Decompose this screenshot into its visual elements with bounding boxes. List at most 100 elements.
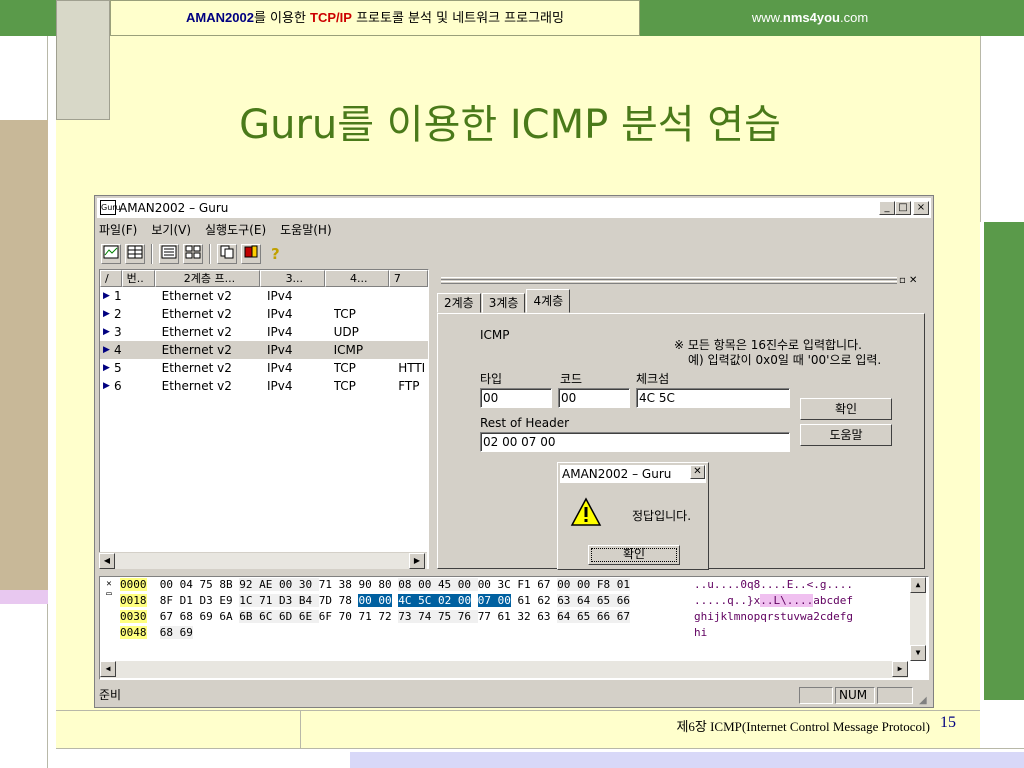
row-layer2: Ethernet v2: [161, 325, 232, 339]
type-field[interactable]: 00: [480, 388, 552, 408]
row-layer3: IPv4: [267, 325, 293, 339]
hex-scroll-right-icon[interactable]: ▶: [892, 661, 908, 677]
help-icon[interactable]: ?: [265, 244, 285, 264]
hex-offset: 0048: [120, 626, 147, 639]
section-label: ICMP: [480, 328, 510, 342]
col-layer2[interactable]: 2계층 프...: [154, 270, 261, 287]
bottom-lilac-block: [350, 752, 1024, 768]
warning-icon: [570, 497, 602, 530]
hex-scroll-left-icon[interactable]: ◀: [100, 661, 116, 677]
minimize-button[interactable]: _: [879, 201, 895, 215]
hex-bytes: 61 62: [510, 594, 558, 607]
type-label: 타입: [480, 372, 503, 386]
scroll-right-icon[interactable]: ▶: [409, 553, 425, 569]
hex-offset: 0018: [120, 594, 147, 607]
toolbar: ?: [101, 243, 285, 265]
row-number: 5: [113, 361, 122, 375]
status-pane-empty: [799, 687, 833, 704]
table-row[interactable]: ▶ 5 Ethernet v2 IPv4 TCP HTTI: [100, 359, 428, 377]
hex-bytes: 00 04 75 8B: [159, 578, 240, 591]
row-number: 4: [113, 343, 122, 357]
maximize-button[interactable]: □: [895, 201, 911, 215]
window-titlebar[interactable]: Guru AMAN2002 – Guru _ □ ×: [97, 198, 931, 218]
ascii-row: hi: [694, 626, 708, 639]
row-arrow-icon: ▶: [103, 291, 110, 301]
row-arrow-icon: ▶: [103, 363, 110, 373]
hex-bytes: 6F 70 71 72: [318, 610, 399, 623]
dialog-close-icon[interactable]: ✕: [690, 465, 705, 479]
hex-bytes: 68 69: [159, 626, 193, 639]
hex-row: 0000 00 04 75 8B 92 AE 00 30 71 38 90 80…: [120, 577, 631, 593]
menu-view[interactable]: 보기(V): [151, 221, 191, 238]
scroll-left-icon[interactable]: ◀: [99, 553, 115, 569]
col-layer7[interactable]: 7: [388, 270, 428, 287]
code-field[interactable]: 00: [558, 388, 630, 408]
guru-window: Guru AMAN2002 – Guru _ □ × 파일(F) 보기(V) 실…: [94, 195, 934, 708]
close-button[interactable]: ×: [913, 201, 929, 215]
table-row[interactable]: ▶ 3 Ethernet v2 IPv4 UDP: [100, 323, 428, 341]
panel-grip-2: [441, 281, 897, 284]
checksum-field[interactable]: 4C 5C: [636, 388, 790, 408]
layer-tabs: 2계층 3계층 4계층: [437, 289, 571, 313]
ascii-row: .....q..}x..L\....abcdef: [694, 593, 853, 609]
hex-vscroll-track[interactable]: [910, 593, 926, 645]
table-row[interactable]: ▶ 6 Ethernet v2 IPv4 TCP FTP: [100, 377, 428, 395]
table-row-selected[interactable]: ▶ 4 Ethernet v2 IPv4 ICMP: [100, 341, 428, 359]
menu-file[interactable]: 파일(F): [99, 221, 137, 238]
panel-buttons[interactable]: ▫ ✕: [899, 275, 917, 286]
row-number: 1: [113, 289, 122, 303]
scroll-up-icon[interactable]: ▲: [910, 577, 926, 593]
hex-row: 0030 67 68 69 6A 6B 6C 6D 6E 6F 70 71 72…: [120, 609, 631, 625]
table-icon[interactable]: [183, 244, 203, 264]
list-hscrollbar[interactable]: ◀ ▶: [99, 552, 427, 569]
status-text: 준비: [99, 688, 122, 702]
hex-row: 0018 8F D1 D3 E9 1C 71 D3 B4 7D 78 00 00…: [120, 593, 631, 609]
hex-dump[interactable]: ✕ ▭ 0000 00 04 75 8B 92 AE 00 30 71 38 90…: [99, 576, 929, 680]
menu-tools[interactable]: 실행도구(E): [205, 221, 266, 238]
row-layer2: Ethernet v2: [161, 289, 232, 303]
table-row[interactable]: ▶ 1 Ethernet v2 IPv4: [100, 287, 428, 305]
hex-hscrollbar[interactable]: [100, 661, 908, 678]
row-layer3: IPv4: [267, 307, 293, 321]
copy-icon[interactable]: [217, 244, 237, 264]
col-sort[interactable]: /: [100, 270, 122, 287]
confirm-button[interactable]: 확인: [800, 398, 892, 420]
dialog-message: 정답입니다.: [632, 509, 692, 523]
header-title: AMAN2002를 이용한 TCP/IP 프로토콜 분석 및 네트워크 프로그래…: [110, 0, 640, 36]
left-pink-block: [0, 590, 48, 604]
chart-icon[interactable]: [101, 244, 121, 264]
col-layer4[interactable]: 4...: [324, 270, 389, 287]
help-button[interactable]: 도움말: [800, 424, 892, 446]
row-layer3: IPv4: [267, 361, 293, 375]
rest-field[interactable]: 02 00 07 00: [480, 432, 790, 452]
hexpane-control-icons[interactable]: ✕ ▭: [102, 579, 116, 609]
tab-layer2[interactable]: 2계층: [437, 293, 481, 313]
menu-help[interactable]: 도움말(H): [280, 221, 332, 238]
footer-divider: [300, 710, 301, 748]
scroll-down-icon[interactable]: ▼: [910, 645, 926, 661]
hex-bytes: 1C 71 D3 B4: [239, 594, 319, 607]
tab-layer3[interactable]: 3계층: [481, 293, 526, 313]
ascii-row: ..u....0q8....E..<.g....: [694, 578, 853, 591]
col-layer3[interactable]: 3...: [260, 270, 325, 287]
row-arrow-icon: ▶: [103, 345, 110, 355]
resize-grip-icon[interactable]: ◢: [919, 690, 927, 712]
rest-label: Rest of Header: [480, 416, 570, 430]
row-layer4: [334, 287, 399, 305]
book-icon[interactable]: [241, 244, 261, 264]
menu-bar: 파일(F) 보기(V) 실행도구(E) 도움말(H): [99, 219, 332, 239]
col-number[interactable]: 번..: [121, 270, 155, 287]
grid-icon[interactable]: [125, 244, 145, 264]
tab-layer4[interactable]: 4계층: [526, 289, 571, 313]
row-number: 6: [113, 379, 122, 393]
row-layer4: UDP: [333, 325, 359, 339]
right-green-block: [984, 222, 1024, 700]
hex-bytes: 67 68 69 6A: [159, 610, 240, 623]
slide: AMAN2002를 이용한 TCP/IP 프로토콜 분석 및 네트워크 프로그래…: [0, 0, 1024, 768]
table-row[interactable]: ▶ 2 Ethernet v2 IPv4 TCP: [100, 305, 428, 323]
packet-list[interactable]: / 번.. 2계층 프... 3... 4... 7 ▶ 1 Ethernet v2…: [99, 269, 429, 569]
dialog-ok-button[interactable]: 확인: [588, 545, 680, 565]
ascii-row: ghijklmnopqrstuvwa2cdefg: [694, 610, 853, 623]
note-line-2: 예) 입력값이 0x0일 때 '00'으로 입력.: [688, 353, 882, 367]
list-icon[interactable]: [159, 244, 179, 264]
